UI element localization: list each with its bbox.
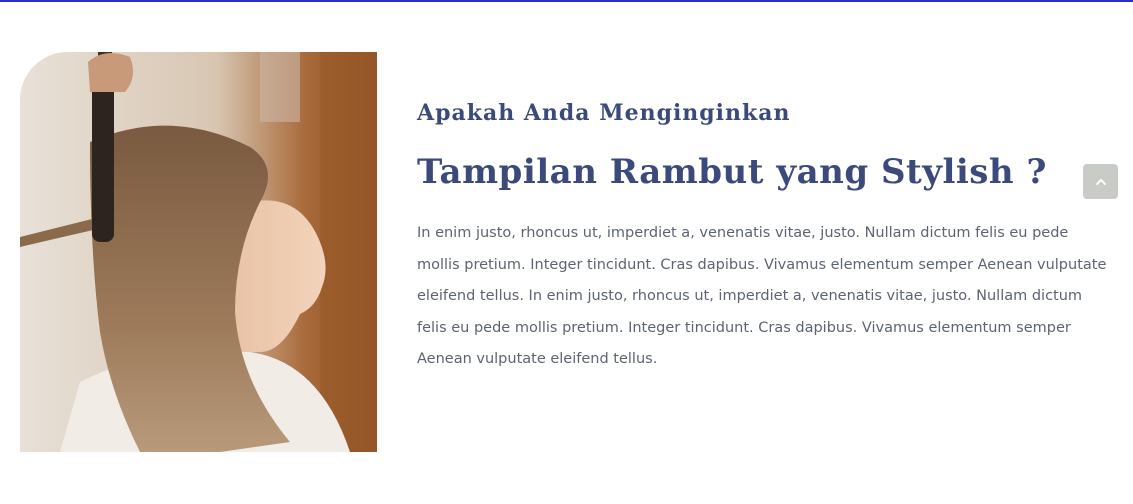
chevron-up-icon [1095,178,1107,186]
section-headline: Tampilan Rambut yang Stylish ? [417,152,1047,192]
section-paragraph: In enim justo, rhoncus ut, imperdiet a, … [417,225,1107,367]
section-kicker: Apakah Anda Menginginkan [417,100,791,126]
hair-styling-photo [20,52,377,452]
scroll-to-top-button[interactable] [1083,164,1118,199]
content-block: Apakah Anda Menginginkan Tampilan Rambut… [417,98,1107,376]
feature-section: Apakah Anda Menginginkan Tampilan Rambut… [0,2,1133,504]
